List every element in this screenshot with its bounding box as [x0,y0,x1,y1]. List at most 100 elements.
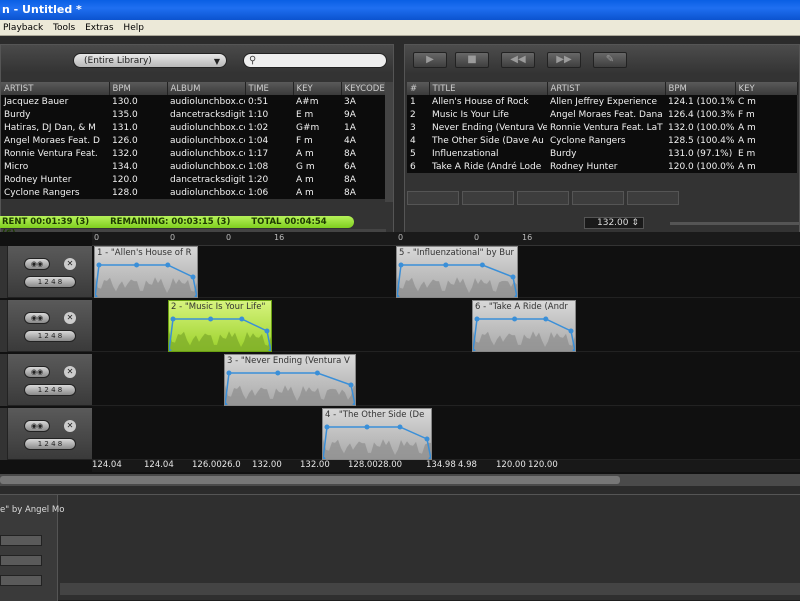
envelope-node [474,316,480,322]
play-button[interactable]: ▶ [413,52,447,68]
track-beat-selector[interactable]: 1 2 4 8 [24,276,76,288]
timeline-clip[interactable]: 4 - "The Other Side (De [322,408,432,460]
playlist-cell: Allen's House of Rock [429,95,547,108]
library-vertical-scrollbar[interactable] [385,82,393,202]
playlist-row[interactable]: 6 Take A Ride (André Lode Rodney Hunter 120… [407,160,797,173]
bottom-dropdown[interactable] [0,555,42,566]
timeline-clip[interactable]: 5 - "Influenzational" by Bur [396,246,518,298]
col-artist[interactable]: ARTIST [1,82,110,95]
playlist-row[interactable]: 5 Influenzational Burdy 131.0 (97.1%) E m [407,147,797,160]
library-source-label: (Entire Library) [84,56,152,66]
bottom-scrollbar[interactable] [60,583,800,595]
library-cell: dancetracksdigit [167,108,245,121]
ruler-tick: 16 [522,233,533,242]
library-cell: 135.0 [109,108,167,121]
track-beat-selector[interactable]: 1 2 4 8 [24,438,76,450]
col-pl-key[interactable]: KEY [735,82,798,95]
timeline-clip[interactable]: 6 - "Take A Ride (Andr [472,300,576,352]
track-mute-toggle[interactable]: ◉◉ [24,258,50,270]
menu-tools[interactable]: Tools [53,20,75,36]
zoom-slider[interactable] [670,222,800,225]
track-mute-toggle[interactable]: ◉◉ [24,366,50,378]
track-lane[interactable]: 3 - "Never Ending (Ventura V [92,354,800,406]
clip-label: 3 - "Never Ending (Ventura V [227,356,350,366]
menu-extras[interactable]: Extras [85,20,113,36]
track-beat-selector[interactable]: 1 2 4 8 [24,384,76,396]
record-button[interactable]: ✎ [593,52,627,68]
track-mute-toggle[interactable]: ◉◉ [24,420,50,432]
playlist-cell: Rodney Hunter [547,160,665,173]
bpm-spinner[interactable]: 132.00 ⇕ [584,217,644,229]
playlist-row[interactable]: 1 Allen's House of Rock Allen Jeffrey Expe… [407,95,797,108]
playlist-row[interactable]: 4 The Other Side (Dave Au Cyclone Rangers 1… [407,134,797,147]
track-grip[interactable] [0,300,8,352]
library-row[interactable]: Cyclone Rangers 128.0 audiolunchbox.cc 1:06… [1,186,386,199]
stop-button[interactable]: ■ [455,52,489,68]
timeline-horizontal-scrollbar[interactable] [0,474,800,486]
timeline-ruler[interactable]: 0 0 0 16 0 0 16 [92,232,800,246]
col-pl-bpm[interactable]: BPM [665,82,736,95]
track-grip[interactable] [0,408,8,460]
prev-button[interactable]: ◀◀ [501,52,535,68]
library-header-row: ARTIST BPM ALBUM TIME KEY KEYCODE [1,82,387,95]
track-beat-selector[interactable]: 1 2 4 8 [24,330,76,342]
library-cell: audiolunchbox.cc [167,147,245,160]
library-cell: dancetracksdigit [167,173,245,186]
footer-slot[interactable] [462,191,514,205]
col-keycode[interactable]: KEYCODE [341,82,387,95]
library-row[interactable]: Hatiras, DJ Dan, & M 131.0 audiolunchbox.c… [1,121,386,134]
envelope-node [510,274,516,280]
col-time[interactable]: TIME [245,82,294,95]
library-cell: Burdy [1,108,109,121]
library-cell: 8A [341,147,386,160]
library-row[interactable]: Ronnie Ventura Feat. 132.0 audiolunchbox.c… [1,147,386,160]
menu-playback[interactable]: Playback [3,20,43,36]
playlist-row[interactable]: 3 Never Ending (Ventura Ve Ronnie Ventura … [407,121,797,134]
col-number[interactable]: # [407,82,430,95]
library-row[interactable]: Burdy 135.0 dancetracksdigit 1:10 E m 9A [1,108,386,121]
library-row[interactable]: Angel Moraes Feat. D 126.0 audiolunchbox.c… [1,134,386,147]
col-bpm[interactable]: BPM [109,82,168,95]
col-title[interactable]: TITLE [429,82,548,95]
track-lane[interactable]: 4 - "The Other Side (De [92,408,800,460]
playlist-cell: Influenzational [429,147,547,160]
library-source-dropdown[interactable]: (Entire Library) ▼ [73,53,227,68]
footer-slot[interactable] [407,191,459,205]
library-row[interactable]: Micro 134.0 audiolunchbox.cc 1:08 G m 6A [1,160,386,173]
next-button[interactable]: ▶▶ [547,52,581,68]
playlist-cell: Burdy [547,147,665,160]
library-search-input[interactable]: ⚲ [243,53,387,68]
footer-slot[interactable] [517,191,569,205]
close-icon[interactable]: ✕ [64,366,76,378]
track-lane[interactable]: 1 - "Allen's House of R 5 - "Influenzati… [92,246,800,298]
bottom-dropdown[interactable] [0,535,42,546]
bottom-dropdown[interactable] [0,575,42,586]
timeline-clip[interactable]: 3 - "Never Ending (Ventura V [224,354,356,406]
footer-slot[interactable] [572,191,624,205]
track-grip[interactable] [0,246,8,298]
waveform-path [473,331,575,351]
col-pl-artist[interactable]: ARTIST [547,82,666,95]
close-icon[interactable]: ✕ [64,312,76,324]
close-icon[interactable]: ✕ [64,420,76,432]
menu-help[interactable]: Help [123,20,144,36]
envelope-node [226,370,232,376]
close-icon[interactable]: ✕ [64,258,76,270]
scroll-thumb[interactable] [0,476,620,484]
timeline-clip-active[interactable]: 2 - "Music Is Your Life" [168,300,272,352]
envelope-node [364,424,370,430]
timeline-clip[interactable]: 1 - "Allen's House of R [94,246,198,298]
track-grip[interactable] [0,354,8,406]
col-key[interactable]: KEY [293,82,342,95]
chevron-down-icon: ▼ [213,57,220,66]
play-icon: ▶ [426,54,434,65]
prev-icon: ◀◀ [510,54,526,65]
library-row[interactable]: Jacquez Bauer 130.0 audiolunchbox.cc 0:51 A#… [1,95,386,108]
library-row[interactable]: Rodney Hunter 120.0 dancetracksdigit 1:20 A … [1,173,386,186]
playlist-row[interactable]: 2 Music Is Your Life Angel Moraes Feat. Da… [407,108,797,121]
col-album[interactable]: ALBUM [167,82,246,95]
track-mute-toggle[interactable]: ◉◉ [24,312,50,324]
track-lane[interactable]: 2 - "Music Is Your Life" 6 - "Take A Rid… [92,300,800,352]
current-time: RENT 00:01:39 (3) [2,217,90,227]
footer-slot[interactable] [627,191,679,205]
